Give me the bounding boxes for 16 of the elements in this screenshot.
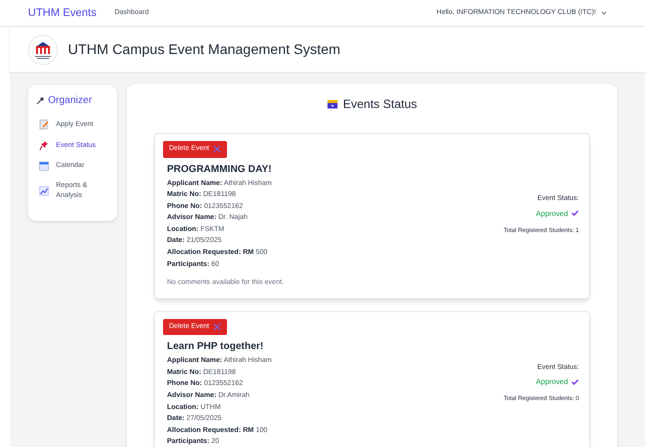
sidebar-title: Organizer xyxy=(48,94,92,108)
line-chart-icon xyxy=(39,186,49,196)
chevron-down-icon[interactable] xyxy=(601,11,607,15)
calendar-icon xyxy=(39,161,49,171)
document-pencil-icon xyxy=(39,119,49,130)
pushpin-icon xyxy=(39,140,49,151)
logo-icon xyxy=(28,34,58,64)
close-icon xyxy=(213,323,222,331)
header-title: UTHM Campus Event Management System xyxy=(68,40,340,59)
microphone-icon xyxy=(36,96,44,104)
brand-link[interactable]: UTHM Events xyxy=(28,4,96,22)
close-icon xyxy=(213,145,222,154)
event-title: Learn PHP together! xyxy=(167,340,264,354)
event-title: PROGRAMMING DAY! xyxy=(167,162,273,176)
page-title: Events Status xyxy=(342,96,418,113)
card-box-icon xyxy=(326,99,338,109)
